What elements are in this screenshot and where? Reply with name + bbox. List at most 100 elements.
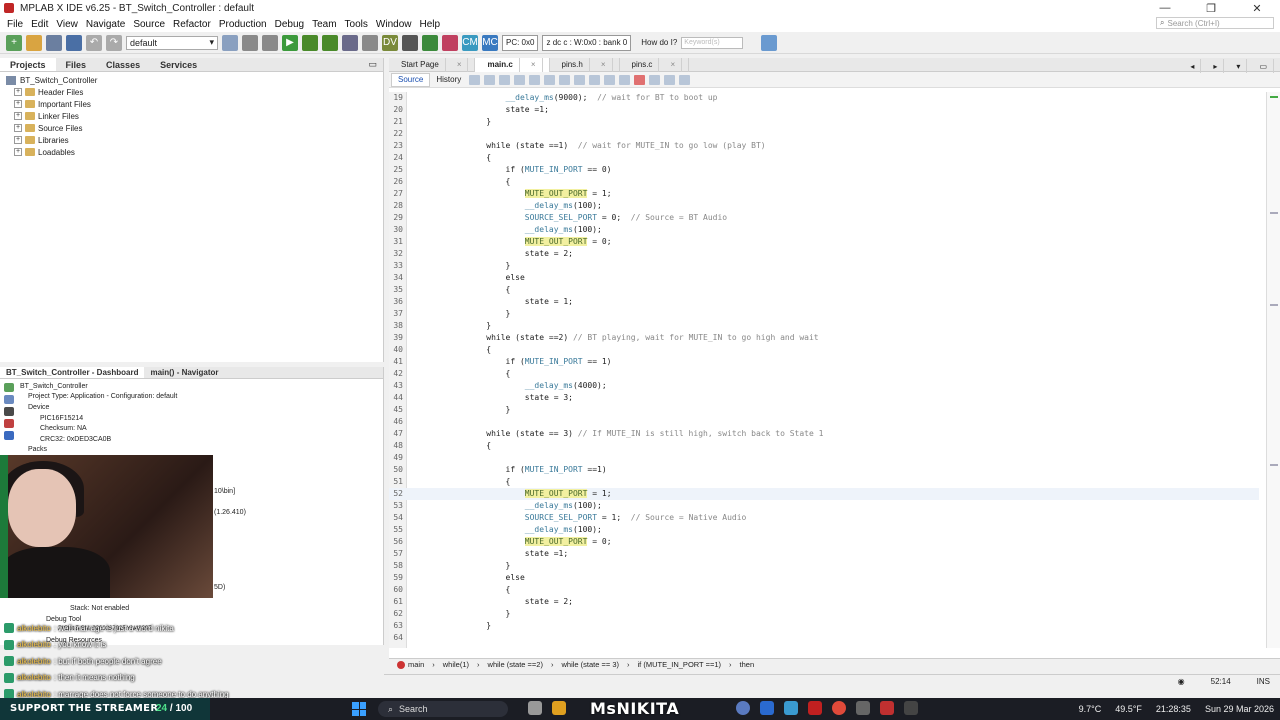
expand-icon[interactable]: + xyxy=(14,124,22,132)
tab-pins-c[interactable]: pins.c × xyxy=(620,57,690,72)
mplab-taskbar-icon[interactable] xyxy=(880,701,894,715)
code-line[interactable]: 55 __delay_ms(100); xyxy=(389,524,1259,536)
store-icon[interactable] xyxy=(784,701,798,715)
tab-pins-h[interactable]: pins.h × xyxy=(550,57,620,72)
scroll-right-icon[interactable]: ▸ xyxy=(1207,59,1225,73)
forward-icon[interactable] xyxy=(499,74,511,85)
code-line[interactable]: 47 while (state == 3) // If MUTE_IN is s… xyxy=(389,428,1259,440)
expand-icon[interactable]: + xyxy=(14,136,22,144)
debug-project-icon[interactable] xyxy=(342,34,358,51)
menu-tools[interactable]: Tools xyxy=(341,19,372,30)
run-project-icon[interactable]: ▶ xyxy=(282,34,298,51)
tab-navigator[interactable]: main() - Navigator xyxy=(144,367,224,378)
code-line[interactable]: 49 xyxy=(389,452,1259,464)
tab-services[interactable]: Services xyxy=(150,58,207,71)
maximize-editor-icon[interactable]: ▭ xyxy=(1253,59,1274,73)
project-properties-icon[interactable] xyxy=(242,34,258,51)
refresh-icon[interactable] xyxy=(4,383,14,392)
tree-item-important-files[interactable]: + Important Files xyxy=(6,98,383,110)
save-all-icon[interactable] xyxy=(66,34,82,51)
tree-item-libraries[interactable]: + Libraries xyxy=(6,134,383,146)
source-mode-button[interactable]: Source xyxy=(391,72,431,87)
code-line[interactable]: 56 MUTE_OUT_PORT = 0; xyxy=(389,536,1259,548)
code-line[interactable]: 36 state = 1; xyxy=(389,296,1259,308)
info-icon[interactable] xyxy=(4,395,14,404)
close-tab-icon[interactable]: × xyxy=(525,57,543,72)
keyword-input[interactable]: Keyword(s) xyxy=(681,36,744,49)
menu-window[interactable]: Window xyxy=(372,19,416,30)
code-line[interactable]: 21 } xyxy=(389,116,1259,128)
code-line[interactable]: 37 } xyxy=(389,308,1259,320)
next-bookmark-icon[interactable] xyxy=(589,74,601,85)
breadcrumb-item[interactable]: if (MUTE_IN_PORT ==1) xyxy=(638,660,722,669)
code-line[interactable]: 63 } xyxy=(389,620,1259,632)
chat-help-icon[interactable] xyxy=(761,34,778,51)
code-line[interactable]: 23 while (state ==1) // wait for MUTE_IN… xyxy=(389,140,1259,152)
data-visualizer-icon[interactable]: DV xyxy=(382,34,398,51)
code-line[interactable]: 46 xyxy=(389,416,1259,428)
notifications-icon[interactable]: ◉ xyxy=(1178,677,1185,686)
taskbar-search[interactable]: ⌕ Search xyxy=(378,701,508,717)
menu-edit[interactable]: Edit xyxy=(27,19,52,30)
hold-reset-icon[interactable] xyxy=(362,34,378,51)
code-line[interactable]: 54 SOURCE_SEL_PORT = 1; // Source = Nati… xyxy=(389,512,1259,524)
code-line[interactable]: 45 } xyxy=(389,404,1259,416)
menu-source[interactable]: Source xyxy=(129,19,169,30)
redo-icon[interactable]: ↷ xyxy=(106,34,122,51)
stop-macro-icon[interactable] xyxy=(649,74,661,85)
start-menu-icon[interactable] xyxy=(352,702,366,716)
code-line[interactable]: 40 { xyxy=(389,344,1259,356)
chip-icon[interactable] xyxy=(4,407,14,416)
code-line[interactable]: 28 __delay_ms(100); xyxy=(389,200,1259,212)
menu-view[interactable]: View xyxy=(52,19,82,30)
pdf-icon[interactable] xyxy=(808,701,822,715)
close-button[interactable]: ✕ xyxy=(1234,0,1280,16)
history-mode-button[interactable]: History xyxy=(430,73,467,87)
comment-icon[interactable] xyxy=(664,74,676,85)
code-line[interactable]: 34 else xyxy=(389,272,1259,284)
tab-start-page[interactable]: Start Page × xyxy=(389,57,476,72)
code-line[interactable]: 29 SOURCE_SEL_PORT = 0; // Source = BT A… xyxy=(389,212,1259,224)
scroll-left-icon[interactable]: ◂ xyxy=(1184,59,1202,73)
code-line[interactable]: 62 } xyxy=(389,608,1259,620)
cm-icon[interactable]: CM xyxy=(462,34,478,51)
settings-icon[interactable] xyxy=(856,701,870,715)
tab-dashboard[interactable]: BT_Switch_Controller - Dashboard xyxy=(0,367,145,378)
make-program-icon[interactable] xyxy=(302,34,318,51)
back-icon[interactable] xyxy=(484,74,496,85)
code-line[interactable]: 60 { xyxy=(389,584,1259,596)
code-line[interactable]: 42 { xyxy=(389,368,1259,380)
close-tab-icon[interactable]: × xyxy=(664,57,683,72)
expand-icon[interactable]: + xyxy=(14,148,22,156)
breadcrumb-item[interactable]: while(1) xyxy=(443,660,469,669)
code-line[interactable]: 39 while (state ==2) // BT playing, wait… xyxy=(389,332,1259,344)
tab-list-icon[interactable]: ▾ xyxy=(1230,59,1248,73)
minimize-panel-icon[interactable]: ▭ xyxy=(368,59,377,70)
code-line[interactable]: 35 { xyxy=(389,284,1259,296)
find-prev-icon[interactable] xyxy=(514,74,526,85)
terminal-icon[interactable] xyxy=(904,701,918,715)
file-explorer-icon[interactable] xyxy=(552,701,566,715)
ide-search-input[interactable]: ⌕ Search (Ctrl+I) xyxy=(1156,17,1274,29)
task-view-icon[interactable] xyxy=(528,701,542,715)
tree-item-loadables[interactable]: + Loadables xyxy=(6,146,383,158)
breadcrumb-item[interactable]: while (state == 3) xyxy=(561,660,619,669)
expand-icon[interactable]: + xyxy=(14,88,22,96)
code-line[interactable]: 22 xyxy=(389,128,1259,140)
shift-left-icon[interactable] xyxy=(604,74,616,85)
code-line[interactable]: 52 MUTE_OUT_PORT = 1; xyxy=(389,488,1259,500)
set-config-icon[interactable] xyxy=(222,34,238,51)
mcc-config-icon[interactable]: MC xyxy=(482,34,498,51)
tab-projects[interactable]: Projects xyxy=(0,58,56,71)
menu-production[interactable]: Production xyxy=(215,19,271,30)
code-line[interactable]: 20 state =1; xyxy=(389,104,1259,116)
minimize-button[interactable]: — xyxy=(1142,0,1188,16)
menu-team[interactable]: Team xyxy=(308,19,340,30)
mail-icon[interactable] xyxy=(760,701,774,715)
prev-bookmark-icon[interactable] xyxy=(574,74,586,85)
tree-root[interactable]: BT_Switch_Controller xyxy=(6,74,383,86)
start-macro-icon[interactable] xyxy=(634,74,646,85)
code-line[interactable]: 27 MUTE_OUT_PORT = 1; xyxy=(389,188,1259,200)
ipe-icon[interactable] xyxy=(402,34,418,51)
chrome-icon[interactable] xyxy=(832,701,846,715)
